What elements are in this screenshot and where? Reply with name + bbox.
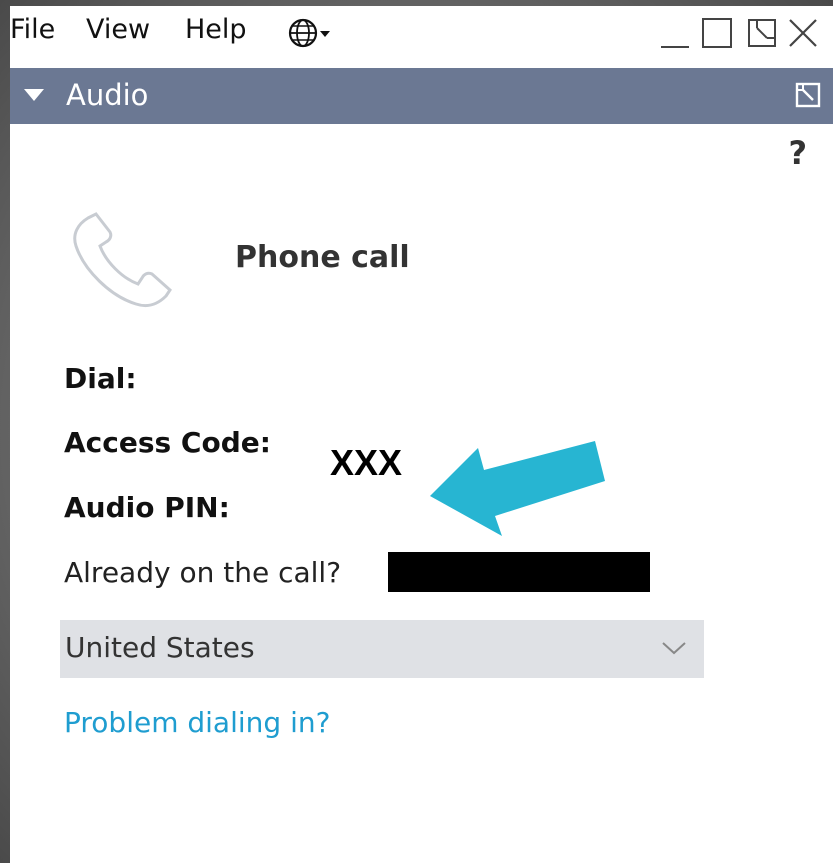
maximize-icon[interactable] <box>700 16 734 50</box>
phone-icon <box>73 212 172 308</box>
menu-view[interactable]: View <box>86 14 150 45</box>
audio-pin-label: Audio PIN: <box>64 491 230 524</box>
chevron-down-icon[interactable] <box>660 638 688 658</box>
popout-icon[interactable] <box>795 82 821 108</box>
phone-call-title: Phone call <box>235 240 410 275</box>
menu-bar: File View Help <box>10 6 833 64</box>
menu-help[interactable]: Help <box>185 14 247 45</box>
annotation-text: XXX <box>330 442 403 483</box>
panel-titlebar[interactable]: Audio <box>10 68 833 124</box>
minimize-icon[interactable] <box>658 16 692 50</box>
restore-icon[interactable] <box>745 16 779 50</box>
already-on-call-label: Already on the call? <box>64 556 342 589</box>
access-code-label: Access Code: <box>64 426 271 459</box>
menu-file[interactable]: File <box>10 14 55 45</box>
country-select[interactable]: United States <box>60 620 704 678</box>
panel-title: Audio <box>66 78 149 112</box>
globe-icon[interactable] <box>287 16 333 50</box>
close-icon[interactable] <box>786 16 820 50</box>
collapse-triangle-icon[interactable] <box>24 89 44 101</box>
country-select-value: United States <box>65 631 255 664</box>
dial-label: Dial: <box>64 362 137 395</box>
help-icon[interactable]: ? <box>788 134 807 172</box>
audio-window: File View Help Audio ? Phone call Dial: … <box>10 6 833 863</box>
annotation-arrow-icon <box>430 441 605 536</box>
redaction-box <box>388 552 650 592</box>
problem-dialing-link[interactable]: Problem dialing in? <box>64 706 330 739</box>
